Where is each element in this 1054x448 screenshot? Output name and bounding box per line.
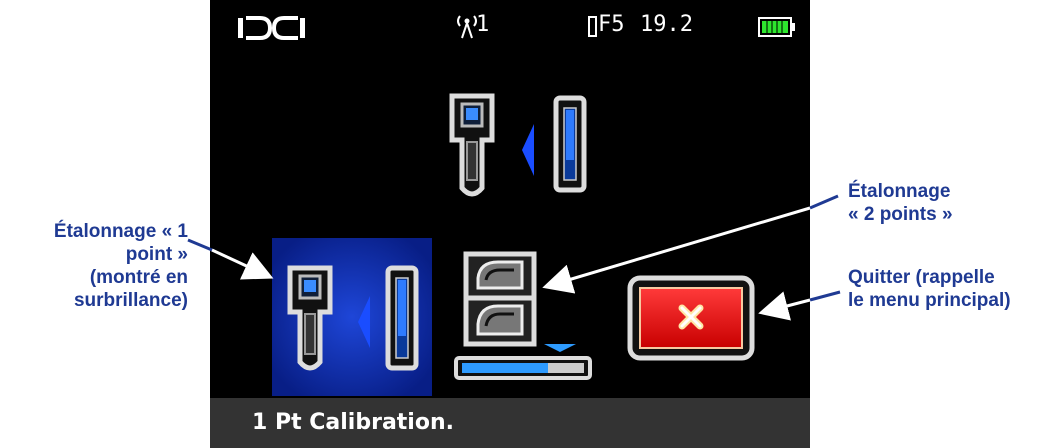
annotation-2-points-line2: « 2 points » — [848, 204, 953, 225]
annotation-1-point-line3: (montré en — [89, 267, 188, 288]
annotation-exit-line2: le menu principal) — [848, 290, 1011, 311]
annotation-exit: Quitter (rappelle le menu principal) — [848, 266, 1011, 312]
annotation-2-points-line1: Étalonnage — [848, 181, 951, 202]
annotation-1-point-line2: point » — [125, 244, 188, 265]
annotation-1-point: Étalonnage « 1 point » (montré en surbri… — [8, 220, 188, 312]
annotation-1-point-line1: Étalonnage « 1 — [53, 221, 188, 242]
annotation-1-point-line4: surbrillance) — [73, 290, 188, 311]
annotation-exit-line1: Quitter (rappelle — [848, 267, 995, 288]
annotation-2-points: Étalonnage « 2 points » — [848, 180, 953, 226]
